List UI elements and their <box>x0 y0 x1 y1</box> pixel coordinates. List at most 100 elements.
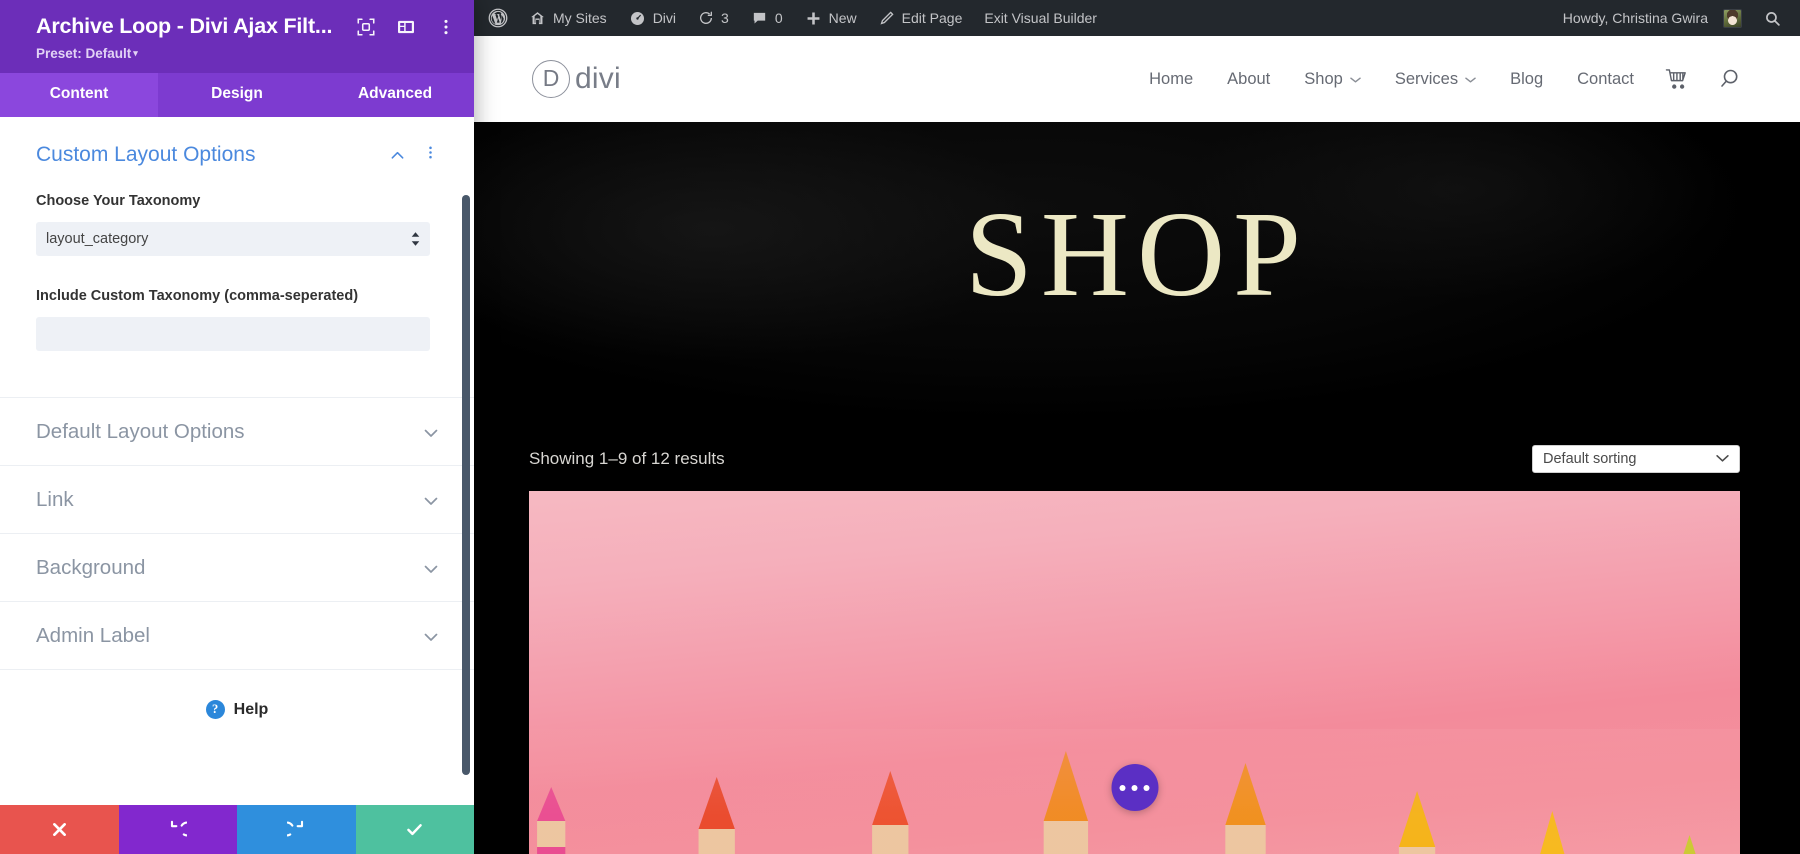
admin-bar-item-divi[interactable]: Divi <box>618 0 687 36</box>
chevron-down-icon <box>423 561 438 576</box>
nav-label: Contact <box>1577 69 1634 88</box>
chevron-down-icon <box>423 493 438 508</box>
admin-bar-item-new[interactable]: New <box>794 0 868 36</box>
admin-bar-search[interactable] <box>1753 0 1792 36</box>
preset-selector[interactable]: Preset: Default ▾ <box>36 46 138 61</box>
greeting-label: Howdy, Christina Gwira <box>1562 10 1708 26</box>
comments-icon <box>751 10 768 27</box>
section-title: Link <box>36 488 74 512</box>
admin-bar-item-my-sites[interactable]: My Sites <box>518 0 618 36</box>
site-logo[interactable]: D divi <box>532 60 621 98</box>
select-stepper-icon <box>411 232 420 246</box>
sorting-control: Default sorting <box>1532 445 1740 473</box>
admin-bar-item-exit-visual-builder[interactable]: Exit Visual Builder <box>973 0 1108 36</box>
section-header[interactable]: Custom Layout Options <box>36 143 438 167</box>
admin-bar-my-account[interactable]: Howdy, Christina Gwira <box>1552 0 1753 36</box>
settings-panel-body: Custom Layout Options Choose Your Taxono… <box>0 117 474 805</box>
more-options-button[interactable] <box>1111 764 1158 811</box>
dot <box>1131 784 1138 791</box>
field-choose-taxonomy: Choose Your Taxonomy layout_category <box>36 191 438 257</box>
updates-icon <box>698 10 714 26</box>
page-title: SHOP <box>965 187 1309 322</box>
wordpress-logo-menu[interactable] <box>474 0 518 36</box>
panel-scrollbar[interactable] <box>462 195 470 775</box>
settings-panel-footer <box>0 805 474 854</box>
help-icon: ? <box>205 700 225 720</box>
tab-design[interactable]: Design <box>158 73 316 117</box>
undo-icon <box>171 820 188 837</box>
shop-hero-section: SHOP <box>474 122 1800 427</box>
cart-button[interactable] <box>1651 68 1704 91</box>
chevron-up-icon[interactable] <box>390 148 405 163</box>
visual-builder-viewport: My Sites Divi 3 0 New Edit Page Exit Vis… <box>474 0 1800 854</box>
field-label: Include Custom Taxonomy (comma-seperated… <box>36 288 359 305</box>
shopping-cart-icon <box>1665 68 1690 91</box>
section-more-icon[interactable] <box>423 145 438 165</box>
divi-dashboard-icon <box>629 10 646 27</box>
redo-button[interactable] <box>237 805 356 854</box>
more-vertical-icon[interactable] <box>436 17 456 37</box>
nav-label: About <box>1227 69 1271 88</box>
taxonomy-select[interactable]: layout_category <box>36 222 430 257</box>
settings-panel-header: Archive Loop - Divi Ajax Filt... Preset:… <box>0 0 474 73</box>
shop-toolbar: Showing 1–9 of 12 results Default sortin… <box>529 427 1740 491</box>
screen: My Sites Divi 3 0 New Edit Page Exit Vis… <box>0 0 1800 854</box>
field-label: Choose Your Taxonomy <box>36 193 201 209</box>
focus-module-icon[interactable] <box>356 17 376 37</box>
search-icon <box>1718 67 1742 91</box>
admin-bar-label: Exit Visual Builder <box>984 10 1097 26</box>
nav-label: Blog <box>1510 69 1544 88</box>
admin-bar-item-edit-page[interactable]: Edit Page <box>868 0 974 36</box>
avatar <box>1723 8 1742 28</box>
site-search-button[interactable] <box>1704 67 1756 91</box>
cancel-button[interactable] <box>0 805 119 854</box>
panel-layout-icon[interactable] <box>396 17 416 37</box>
section-title: Custom Layout Options <box>36 143 256 166</box>
dot <box>1143 784 1150 791</box>
section-admin-label[interactable]: Admin Label <box>0 601 474 669</box>
admin-bar-left-group: My Sites Divi 3 0 New Edit Page Exit Vis… <box>474 0 1108 36</box>
plus-icon <box>805 10 822 27</box>
nav-item-blog[interactable]: Blog <box>1493 70 1560 89</box>
check-icon <box>407 824 423 836</box>
tab-advanced[interactable]: Advanced <box>316 73 474 117</box>
save-button[interactable] <box>355 805 474 854</box>
admin-bar-item-comments[interactable]: 0 <box>740 0 794 36</box>
nav-item-home[interactable]: Home <box>1132 70 1210 89</box>
admin-bar-label: New <box>828 10 857 26</box>
admin-bar-item-updates[interactable]: 3 <box>687 0 740 36</box>
wordpress-admin-bar: My Sites Divi 3 0 New Edit Page Exit Vis… <box>474 0 1800 36</box>
nav-item-about[interactable]: About <box>1210 70 1287 89</box>
nav-label: Shop <box>1304 69 1343 88</box>
sites-icon <box>529 10 546 27</box>
help-link[interactable]: ? Help <box>0 669 474 745</box>
section-background[interactable]: Background <box>0 533 474 601</box>
product-grid <box>529 491 1740 854</box>
nav-item-shop[interactable]: Shop <box>1287 70 1378 89</box>
settings-title-row: Archive Loop - Divi Ajax Filt... <box>36 14 456 39</box>
caret-down-icon: ▾ <box>133 48 138 58</box>
nav-label: Services <box>1394 69 1459 88</box>
nav-item-contact[interactable]: Contact <box>1560 70 1651 89</box>
section-default-layout-options[interactable]: Default Layout Options <box>0 397 474 465</box>
nav-label: Home <box>1149 69 1194 88</box>
taxonomy-select-wrapper: layout_category <box>36 222 438 257</box>
tab-content[interactable]: Content <box>0 73 158 117</box>
product-card[interactable] <box>529 491 1740 854</box>
nav-item-services[interactable]: Services <box>1378 70 1493 89</box>
site-header: D divi Home About Shop Services Blog Con… <box>474 36 1800 122</box>
section-title: Default Layout Options <box>36 420 245 444</box>
module-settings-panel: Archive Loop - Divi Ajax Filt... Preset:… <box>0 0 474 854</box>
undo-button[interactable] <box>118 805 237 854</box>
chevron-down-icon <box>1465 70 1476 89</box>
section-link[interactable]: Link <box>0 465 474 533</box>
sorting-select[interactable]: Default sorting <box>1532 445 1740 473</box>
include-custom-taxonomy-input[interactable] <box>36 317 430 352</box>
admin-bar-label: Edit Page <box>901 10 963 26</box>
admin-bar-right-group: Howdy, Christina Gwira <box>1552 0 1800 36</box>
settings-panel-title: Archive Loop - Divi Ajax Filt... <box>36 14 333 38</box>
settings-scroll-area: Custom Layout Options Choose Your Taxono… <box>0 117 474 805</box>
chevron-down-icon <box>423 629 438 644</box>
section-tools <box>390 145 438 165</box>
chevron-down-icon <box>423 425 438 440</box>
